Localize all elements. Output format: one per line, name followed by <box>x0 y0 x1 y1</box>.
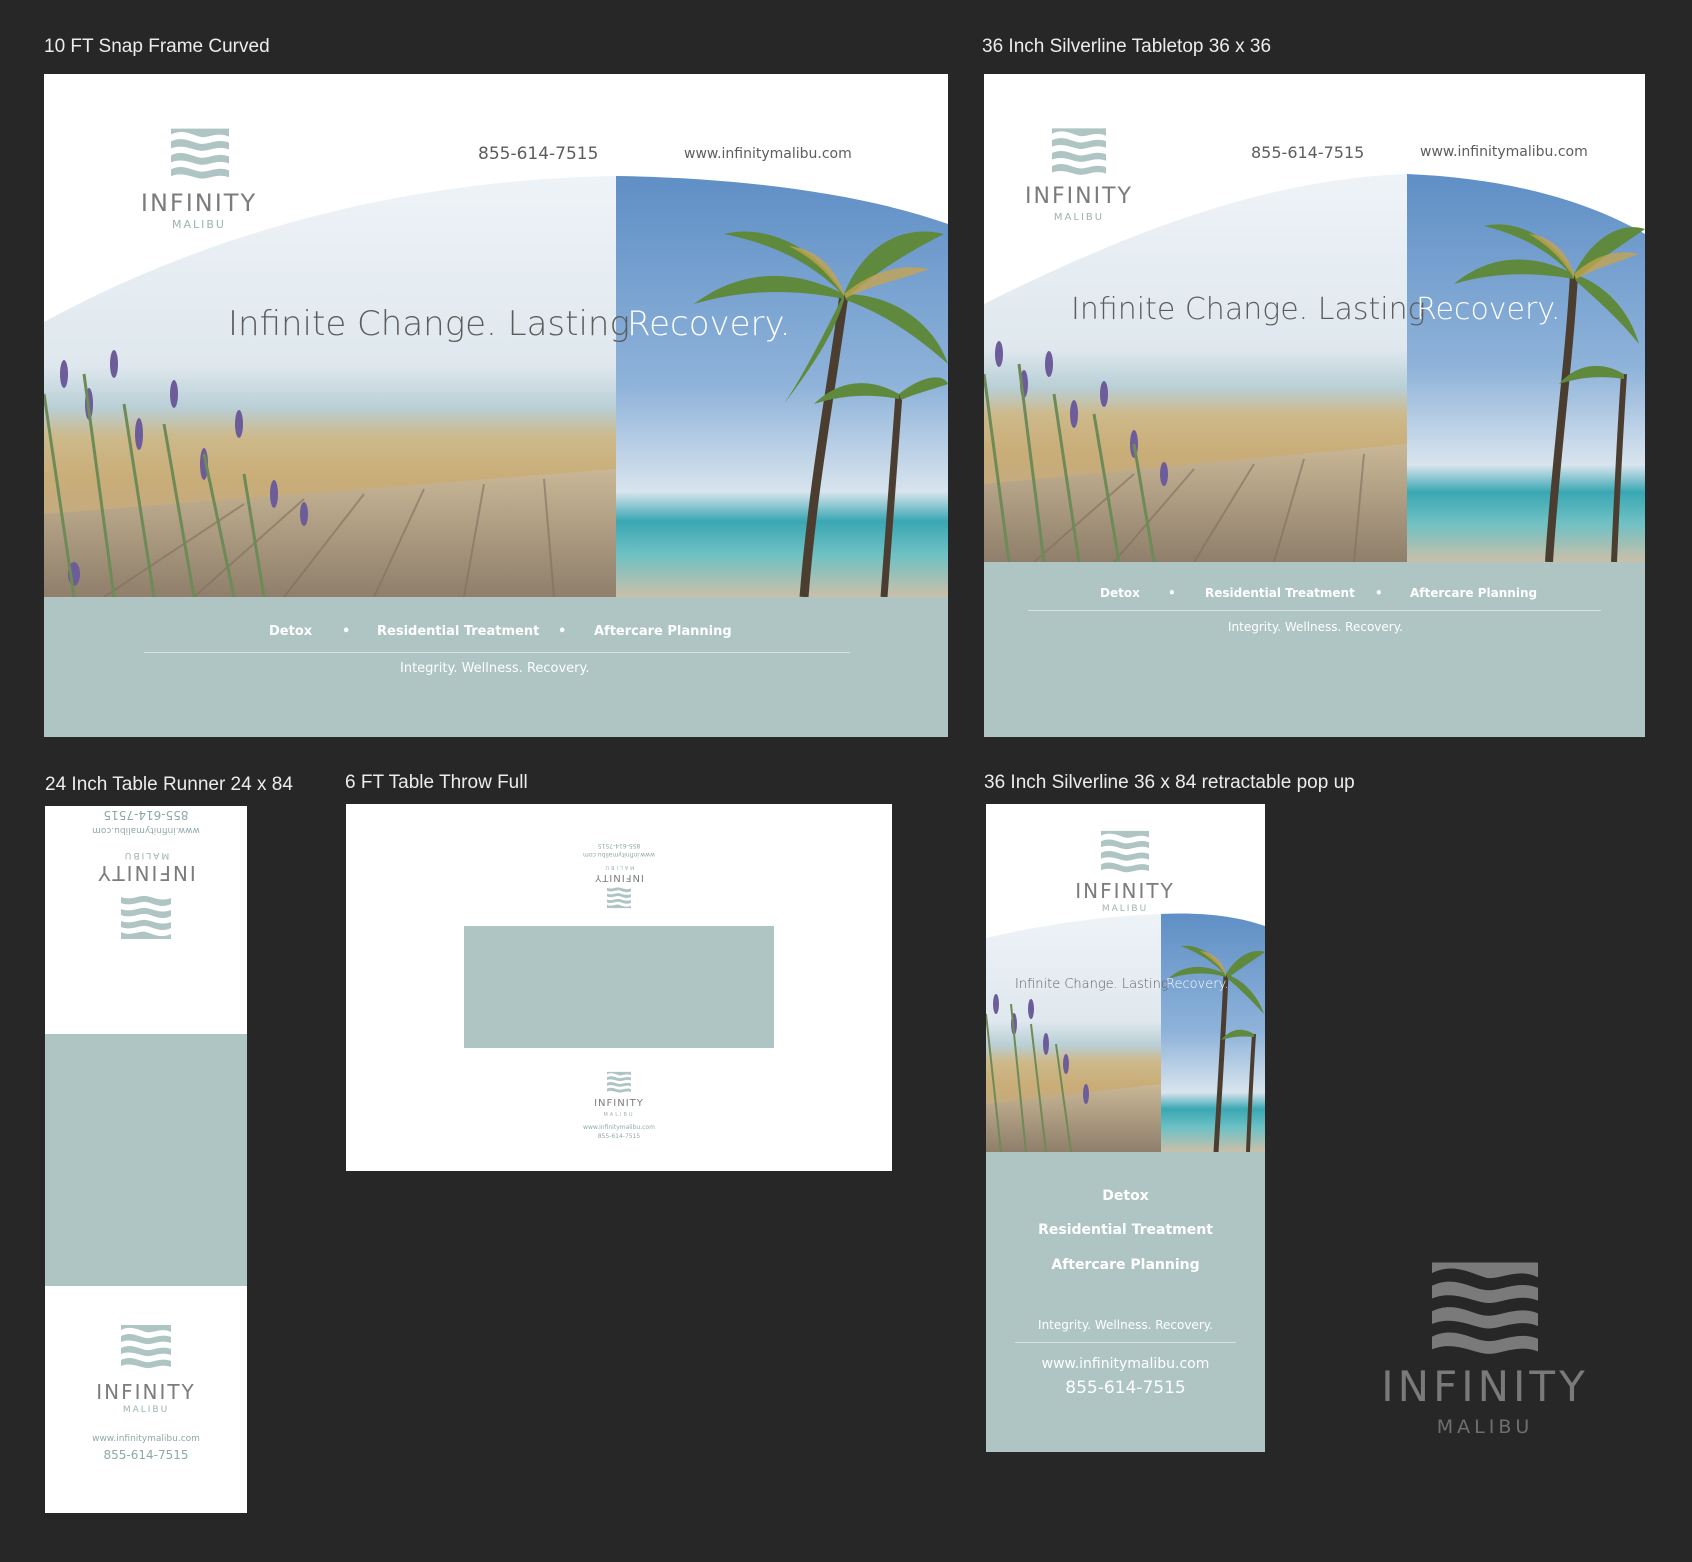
runner-top-flipped: INFINITY MALIBU www.infinitymalibu.com 8… <box>45 806 247 1034</box>
website-text: www.infinitymalibu.com <box>1041 1356 1210 1372</box>
wave-logo-icon <box>607 886 631 910</box>
logo-wordmark: INFINITY <box>594 1098 644 1109</box>
wave-logo-icon <box>121 1322 171 1370</box>
phone-text: 855-614-7515 <box>103 1448 189 1462</box>
logo-sub: MALIBU <box>1053 212 1105 223</box>
logo-sub: MALIBU <box>603 1112 635 1118</box>
website-text: www.infinitymalibu.com <box>92 825 200 835</box>
website-text: www.infinitymalibu.com <box>684 146 852 162</box>
website-text: www.infinitymalibu.com <box>583 851 655 858</box>
phone-text: 855-614-7515 <box>103 808 189 822</box>
headline-part2: Recovery. <box>1166 977 1229 992</box>
bullet-1: • <box>1168 586 1176 600</box>
runner-teal-band <box>45 1034 247 1286</box>
bullet-1: • <box>342 624 351 639</box>
throw-top-flipped: INFINITY MALIBU www.infinitymalibu.com 8… <box>569 832 669 910</box>
bullet-2: • <box>558 624 567 639</box>
tagline-text: Integrity. Wellness. Recovery. <box>1038 1318 1213 1332</box>
tagline-text: Integrity. Wellness. Recovery. <box>400 661 590 676</box>
headline-part2: Recovery. <box>627 304 791 344</box>
logo-sub: MALIBU <box>172 218 226 231</box>
snap-frame-mockup: INFINITY MALIBU 855-614-7515 www.infinit… <box>44 74 948 737</box>
mockup-label-tabletop: 36 Inch Silverline Tabletop 36 x 36 <box>982 36 1272 57</box>
logo-wordmark: INFINITY <box>96 861 196 885</box>
wave-logo-icon <box>1052 126 1106 176</box>
website-text: www.infinitymalibu.com <box>92 1434 200 1444</box>
mockup-label-popup: 36 Inch Silverline 36 x 84 retractable p… <box>984 772 1355 793</box>
tabletop-mockup: INFINITY MALIBU 855-614-7515 www.infinit… <box>984 74 1645 737</box>
phone-text: 855-614-7515 <box>597 1133 641 1140</box>
logo-wordmark: INFINITY <box>1025 184 1133 209</box>
wave-logo-icon <box>121 894 171 942</box>
mockup-label-snap-frame: 10 FT Snap Frame Curved <box>44 36 270 57</box>
headline-part1: Infinite Change. Lasting <box>1071 292 1426 327</box>
phone-text: 855-614-7515 <box>1251 143 1365 162</box>
headline-part1: Infinite Change. Lasting <box>228 304 630 344</box>
logo-wordmark: INFINITY <box>140 189 258 217</box>
logo-sub: MALIBU <box>122 850 170 860</box>
website-text: www.infinitymalibu.com <box>1420 144 1588 160</box>
headline-part2: Recovery. <box>1416 292 1561 327</box>
tagline-text: Integrity. Wellness. Recovery. <box>1228 620 1403 634</box>
logo-wordmark: INFINITY <box>594 872 644 883</box>
service-aftercare: Aftercare Planning <box>1410 586 1538 600</box>
service-detox: Detox <box>269 624 313 639</box>
phone-text: 855-614-7515 <box>1065 1378 1186 1398</box>
service-aftercare: Aftercare Planning <box>1051 1257 1200 1273</box>
logo-sub: MALIBU <box>603 864 635 870</box>
throw-teal-panel <box>464 926 774 1048</box>
website-text: www.infinitymalibu.com <box>583 1124 655 1131</box>
brand-logo-large: INFINITY MALIBU <box>1360 1258 1610 1458</box>
wave-logo-icon <box>171 126 229 180</box>
service-detox: Detox <box>1102 1188 1149 1204</box>
wave-logo-icon <box>607 1070 631 1094</box>
service-residential: Residential Treatment <box>377 624 540 639</box>
wave-logo-icon <box>1432 1260 1538 1354</box>
logo-sub: MALIBU <box>1101 904 1149 914</box>
service-aftercare: Aftercare Planning <box>594 624 732 639</box>
service-detox: Detox <box>1100 586 1140 600</box>
footer-divider <box>1028 610 1601 611</box>
wave-logo-icon <box>1101 828 1149 874</box>
service-residential: Residential Treatment <box>1205 586 1355 600</box>
service-residential: Residential Treatment <box>1038 1222 1213 1238</box>
footer-divider <box>1015 1342 1236 1343</box>
headline-part1: Infinite Change. Lasting <box>1015 977 1169 992</box>
bullet-2: • <box>1375 586 1383 600</box>
throw-mockup: INFINITY MALIBU www.infinitymalibu.com 8… <box>346 804 892 1171</box>
logo-wordmark: INFINITY <box>96 1380 196 1404</box>
logo-wordmark: INFINITY <box>1075 879 1175 903</box>
popup-mockup: INFINITY MALIBU Infinite Change. Lasting… <box>986 804 1265 1452</box>
runner-mockup: INFINITY MALIBU www.infinitymalibu.com 8… <box>45 806 247 1513</box>
mockup-label-runner: 24 Inch Table Runner 24 x 84 <box>45 774 293 795</box>
footer-divider <box>144 652 850 653</box>
mockup-label-throw: 6 FT Table Throw Full <box>345 772 528 793</box>
logo-sub: MALIBU <box>122 1405 170 1415</box>
phone-text: 855-614-7515 <box>478 144 599 164</box>
phone-text: 855-614-7515 <box>597 842 641 849</box>
logo-wordmark: INFINITY <box>1381 1362 1589 1411</box>
logo-sub: MALIBU <box>1436 1416 1534 1438</box>
